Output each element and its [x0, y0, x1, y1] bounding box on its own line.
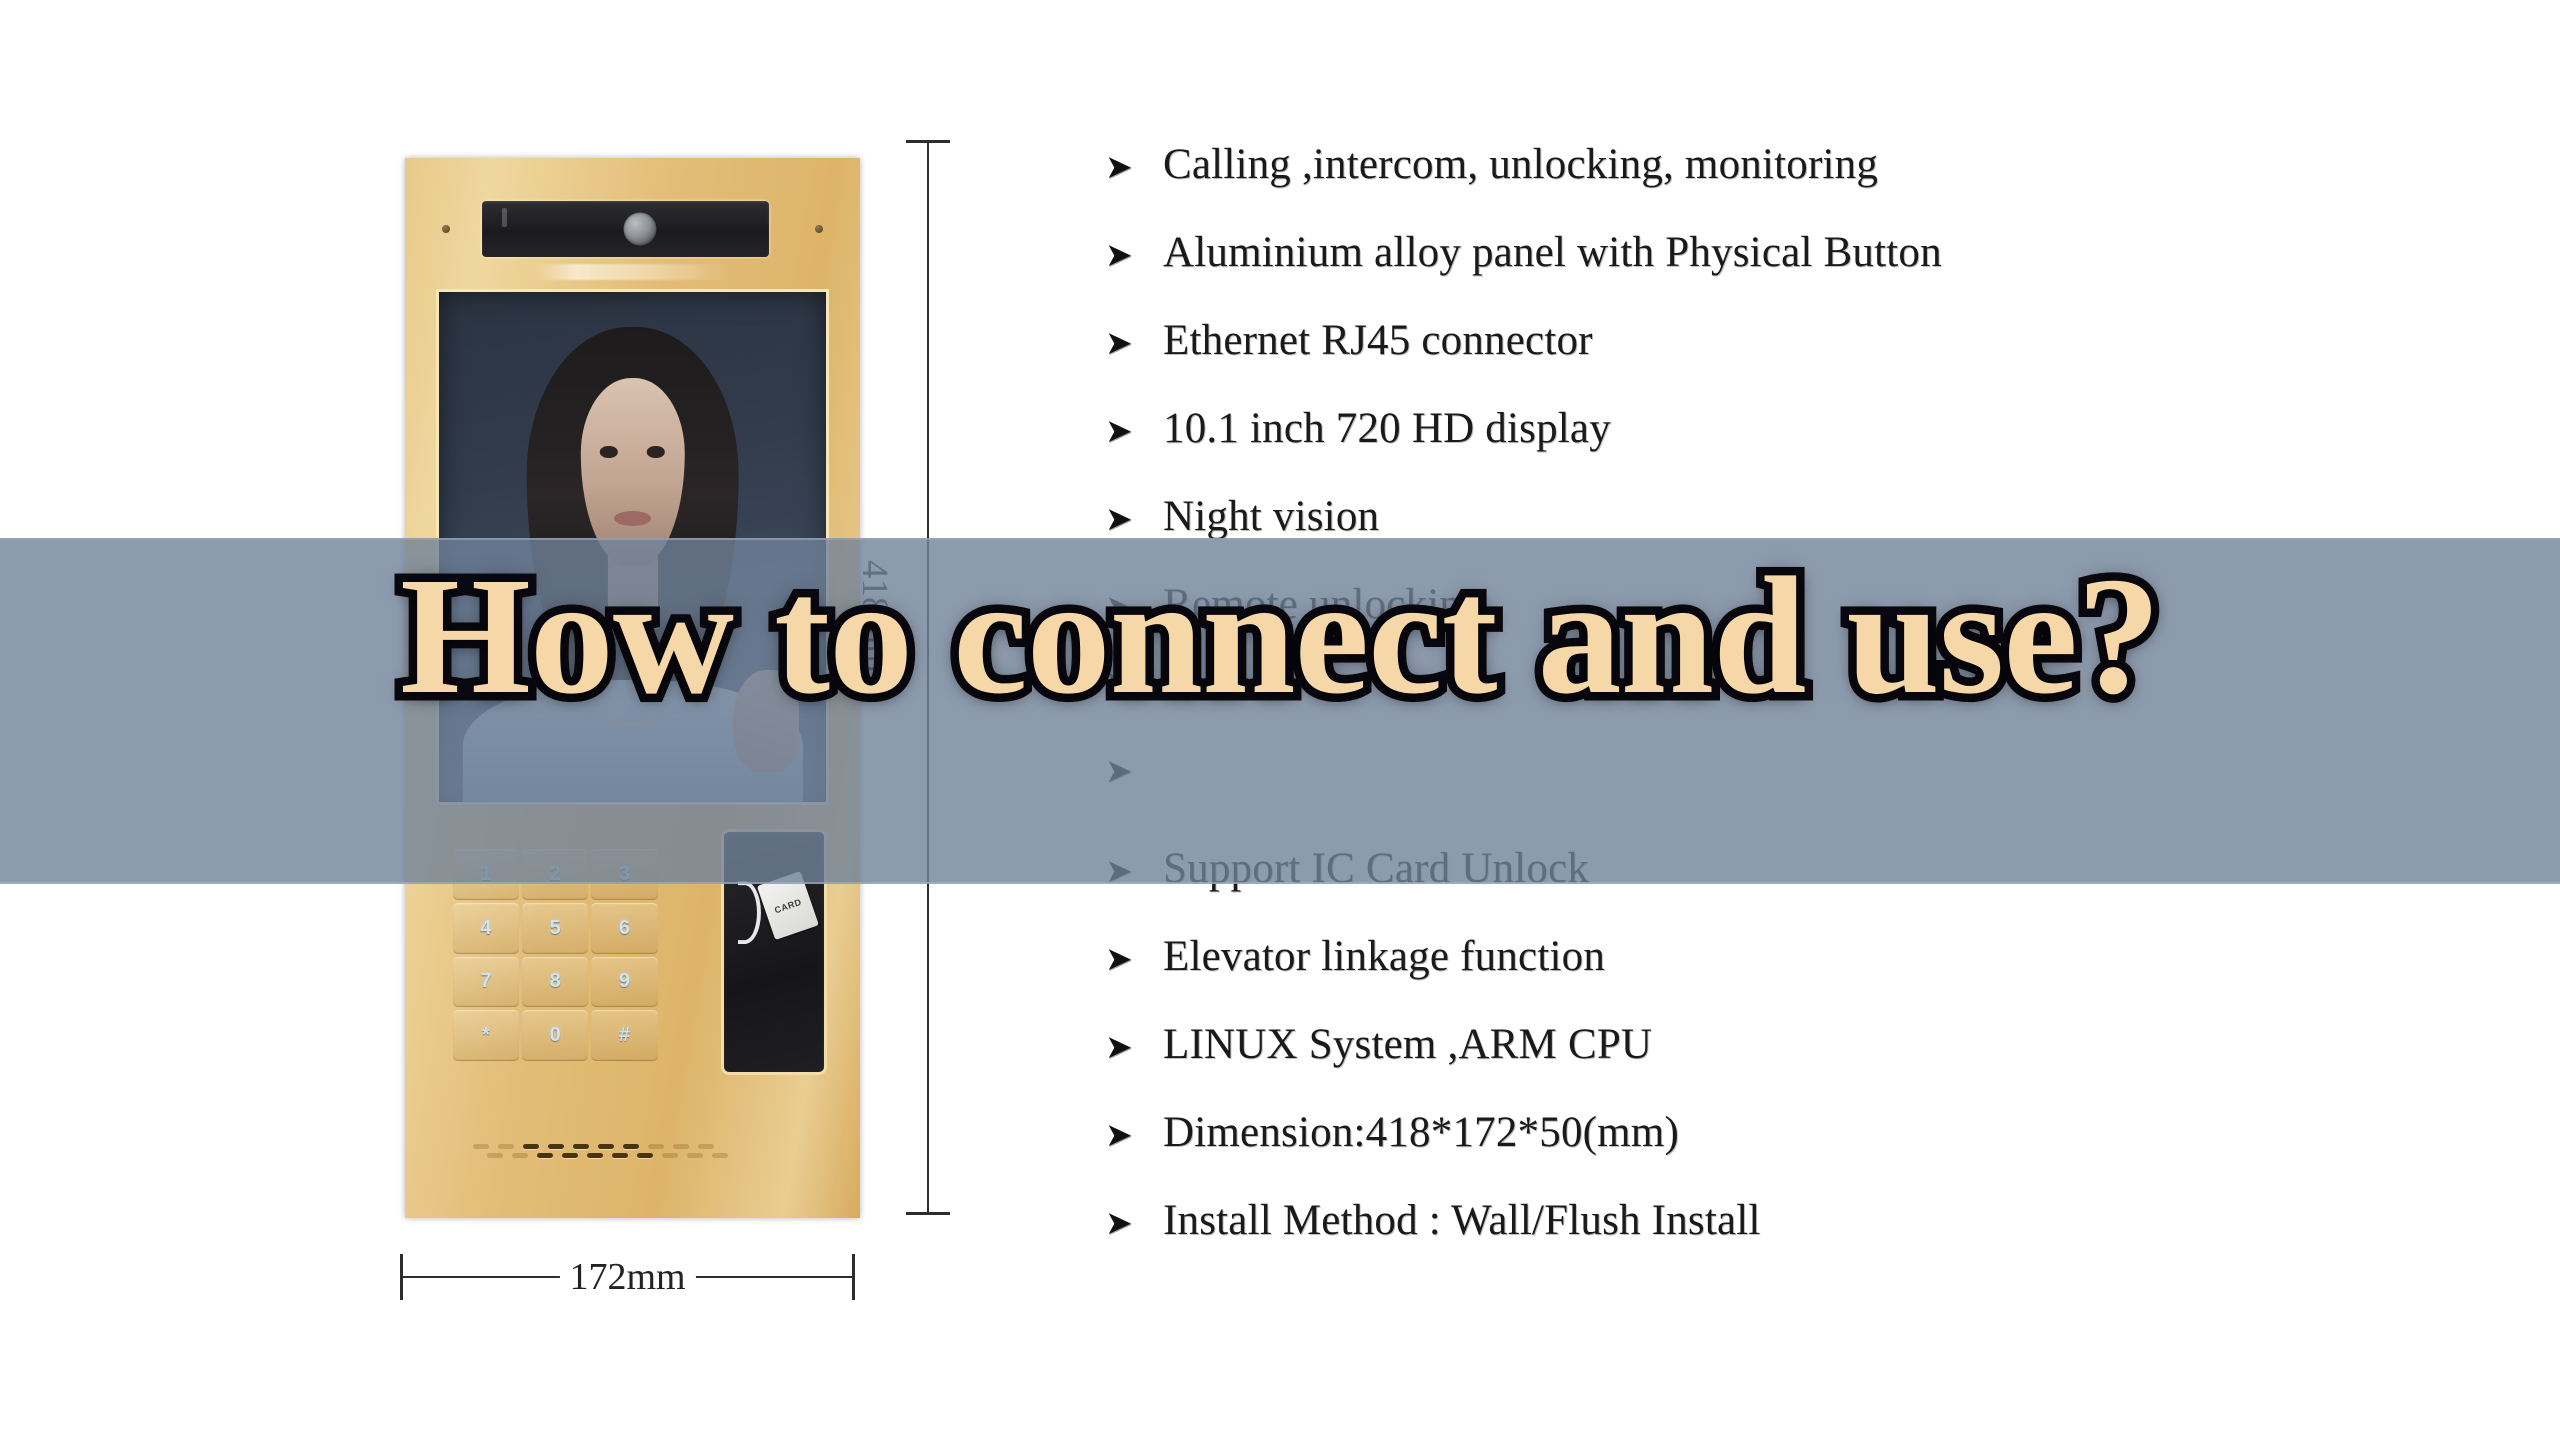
- keypad-key[interactable]: 4: [452, 902, 520, 954]
- feature-item: ➤ Aluminium alloy panel with Physical Bu…: [1105, 228, 2505, 316]
- bullet-arrow-icon: ➤: [1105, 150, 1133, 186]
- feature-label: Install Method : Wall/Flush Install: [1163, 1197, 1761, 1244]
- camera-lens-icon: [623, 212, 657, 246]
- feature-item: ➤ Elevator linkage function: [1105, 932, 2505, 1020]
- display-person-eye-right: [647, 446, 665, 458]
- feature-item: ➤ Dimension:418*172*50(mm): [1105, 1108, 2505, 1196]
- bullet-arrow-icon: ➤: [1105, 238, 1133, 274]
- speaker-row: [487, 1152, 755, 1158]
- bullet-arrow-icon: ➤: [1105, 1118, 1133, 1154]
- keypad-key[interactable]: 7: [452, 956, 520, 1008]
- feature-label: Aluminium alloy panel with Physical Butt…: [1163, 229, 1942, 276]
- bullet-arrow-icon: ➤: [1105, 502, 1133, 538]
- feature-item: ➤ Install Method : Wall/Flush Install: [1105, 1196, 2505, 1284]
- feature-label: LINUX System ,ARM CPU: [1163, 1021, 1653, 1068]
- keypad-key[interactable]: #: [591, 1010, 658, 1062]
- feature-label: Night vision: [1163, 493, 1380, 540]
- feature-item: ➤ Calling ,intercom, unlocking, monitori…: [1105, 140, 2505, 228]
- feature-label: 10.1 inch 720 HD display: [1163, 405, 1611, 452]
- dimension-cap-bottom: [906, 1212, 950, 1215]
- keypad-key[interactable]: *: [452, 1010, 520, 1062]
- camera-glint: [502, 208, 508, 227]
- speaker-row: [473, 1143, 755, 1149]
- display-person-eye-left: [600, 446, 618, 458]
- dimension-cap-left: [400, 1254, 403, 1300]
- feature-label: Dimension:418*172*50(mm): [1163, 1109, 1679, 1156]
- speaker-grille: [473, 1143, 755, 1180]
- bullet-arrow-icon: ➤: [1105, 1206, 1133, 1242]
- bullet-arrow-icon: ➤: [1105, 326, 1133, 362]
- brand-logo: [532, 264, 733, 280]
- keypad-key[interactable]: 8: [522, 956, 589, 1008]
- feature-item: ➤ Ethernet RJ45 connector: [1105, 316, 2505, 404]
- screw-right-icon: [814, 224, 823, 233]
- display-person-lips: [613, 510, 652, 526]
- bullet-arrow-icon: ➤: [1105, 1030, 1133, 1066]
- bullet-arrow-icon: ➤: [1105, 942, 1133, 978]
- keypad-key[interactable]: 0: [522, 1010, 589, 1062]
- feature-label: Ethernet RJ45 connector: [1163, 317, 1593, 364]
- feature-item: ➤ 10.1 inch 720 HD display: [1105, 404, 2505, 492]
- width-dimension-label: 172mm: [559, 1255, 696, 1299]
- width-dimension-line: 172mm: [400, 1254, 855, 1300]
- keypad-key[interactable]: 9: [591, 956, 658, 1008]
- feature-item: ➤ LINUX System ,ARM CPU: [1105, 1020, 2505, 1108]
- screw-left-icon: [442, 224, 451, 233]
- feature-label: Elevator linkage function: [1163, 933, 1606, 980]
- dimension-cap-top: [906, 140, 950, 143]
- dimension-cap-right: [852, 1254, 855, 1300]
- overlay-title: How to connect and use?: [0, 544, 2560, 729]
- bullet-arrow-icon: ➤: [1105, 414, 1133, 450]
- keypad-key[interactable]: 5: [522, 902, 589, 954]
- camera-module: [482, 201, 769, 257]
- keypad-key[interactable]: 6: [591, 902, 658, 954]
- feature-label: Calling ,intercom, unlocking, monitoring: [1163, 141, 1879, 188]
